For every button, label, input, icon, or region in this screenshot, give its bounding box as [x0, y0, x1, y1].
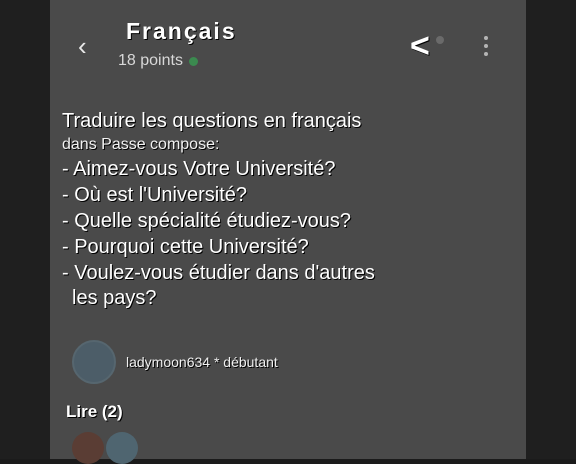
- question-line-1: Traduire les questions en français: [62, 110, 362, 132]
- question-line-2: dans Passe compose:: [62, 136, 220, 153]
- question-item: - Où est l'Université?: [62, 184, 247, 206]
- question-item: - Voulez-vous étudier dans d'autres: [62, 262, 375, 284]
- reads-count: Lire (2): [66, 402, 123, 421]
- app-screen: ‹ Français 18 points < Traduire les ques…: [50, 0, 526, 464]
- share-dot-icon: [436, 36, 444, 44]
- author-name-rank[interactable]: ladymoon634 * débutant: [126, 354, 278, 370]
- question-body: Traduire les questions en français dans …: [62, 108, 512, 310]
- reader-avatar[interactable]: [106, 432, 138, 464]
- points-row: 18 points: [118, 52, 198, 70]
- subject-title: Français: [126, 18, 237, 44]
- back-chevron-icon[interactable]: ‹: [78, 30, 98, 62]
- points-value: 18 points: [118, 52, 183, 69]
- question-item: - Pourquoi cette Université?: [62, 236, 309, 258]
- question-item: - Quelle spécialité étudiez-vous?: [62, 210, 352, 232]
- author-avatar[interactable]: [72, 340, 116, 384]
- reader-avatars: [72, 432, 138, 464]
- question-item: - Aimez-vous Votre Université?: [62, 158, 336, 180]
- question-item-continuation: les pays?: [72, 287, 157, 309]
- right-margin: [526, 0, 576, 459]
- points-badge-icon: [188, 56, 198, 66]
- share-icon[interactable]: <: [410, 28, 430, 64]
- reader-avatar[interactable]: [72, 432, 104, 464]
- left-margin: [0, 0, 50, 459]
- author-row[interactable]: ladymoon634 * débutant: [72, 340, 278, 384]
- more-vertical-icon[interactable]: [482, 36, 490, 56]
- top-bar: ‹ Français 18 points <: [50, 0, 526, 90]
